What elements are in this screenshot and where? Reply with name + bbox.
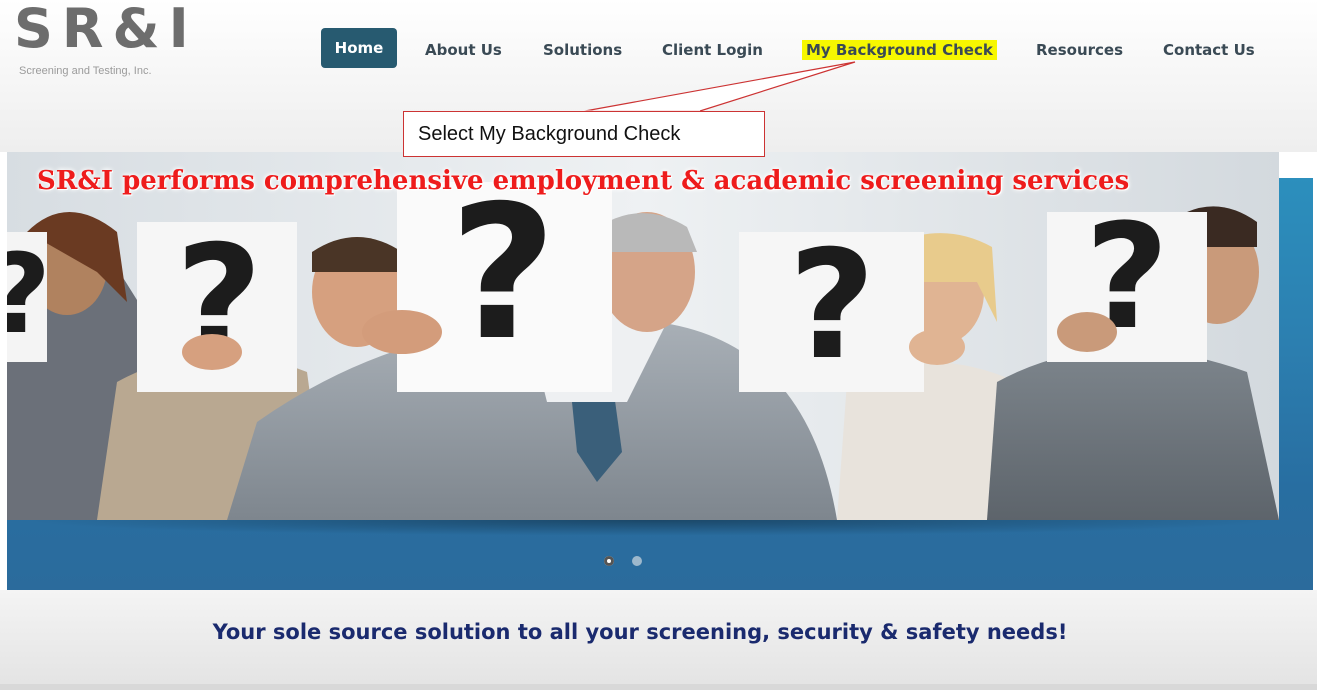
question-card-1: ?	[7, 230, 51, 358]
slide-dot-1[interactable]	[604, 556, 614, 566]
tagline: Your sole source solution to all your sc…	[212, 620, 1068, 644]
question-card-4: ?	[788, 219, 875, 393]
nav-about-us[interactable]: About Us	[425, 38, 502, 62]
slider-shadow	[20, 520, 1280, 536]
instruction-callout: Select My Background Check	[403, 111, 765, 157]
nav-my-background-check[interactable]: My Background Check	[802, 38, 997, 62]
logo[interactable]: SR&I Screening and Testing, Inc.	[14, 0, 214, 82]
tagline-bar: Your sole source solution to all your sc…	[0, 590, 1317, 684]
hero-slider[interactable]: ? ? ? ? ? SR&I performs comprehensive em…	[7, 152, 1279, 520]
hero-image: ? ? ? ? ?	[7, 152, 1279, 520]
logo-mark: SR&I	[14, 0, 198, 60]
slide-dot-2[interactable]	[632, 556, 642, 566]
hero-headline: SR&I performs comprehensive employment &…	[37, 166, 1130, 196]
logo-subtitle: Screening and Testing, Inc.	[19, 65, 152, 77]
nav-resources[interactable]: Resources	[1036, 38, 1123, 62]
divider	[0, 684, 1317, 690]
nav-home[interactable]: Home	[321, 28, 397, 68]
question-card-3: ?	[449, 165, 556, 381]
nav-my-background-check-label: My Background Check	[802, 40, 997, 60]
nav-contact-us[interactable]: Contact Us	[1163, 38, 1255, 62]
nav-solutions[interactable]: Solutions	[543, 38, 622, 62]
nav-client-login[interactable]: Client Login	[662, 38, 763, 62]
